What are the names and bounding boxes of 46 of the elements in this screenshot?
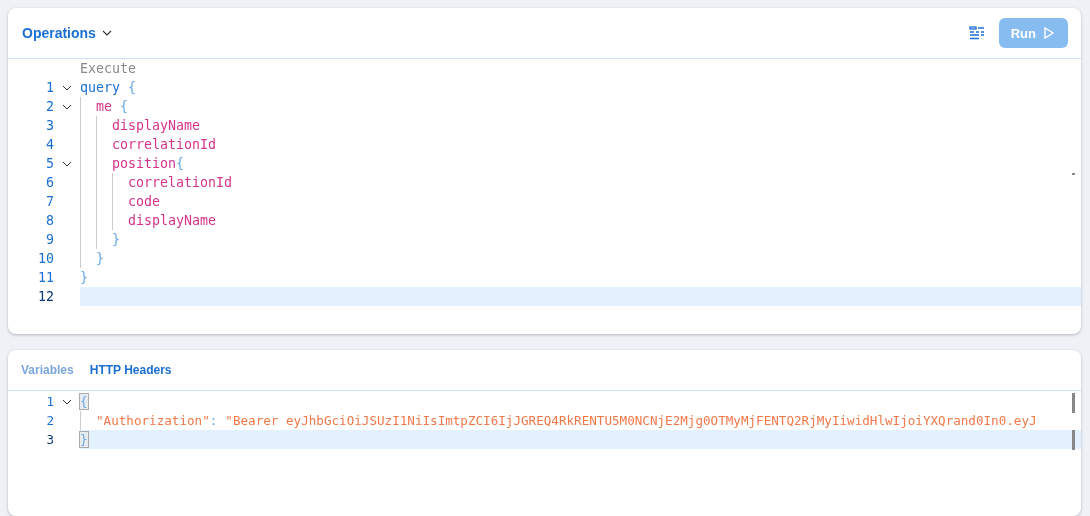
fold-chevron-icon[interactable]	[62, 103, 72, 110]
field-name: code	[128, 194, 161, 209]
play-icon	[1044, 27, 1054, 39]
line-number: 4	[45, 137, 54, 152]
punctuation: {	[128, 80, 137, 95]
punctuation: :	[209, 413, 218, 428]
string-literal: "Bearer eyJhbGciOiJSUzI1NiIsImtpZCI6IjJGREQ4RkRENTU5M0NCNjE2Mjg0OTMyMjFENTQ2RjMyIiwidHlwIjoiYXQrand0In0.eyJ	[225, 413, 1037, 428]
line-number: 1	[45, 80, 54, 95]
punctuation: {	[120, 99, 129, 114]
line-number: 1	[45, 394, 54, 409]
punctuation: {	[176, 156, 185, 171]
fold-chevron-icon[interactable]	[62, 84, 72, 91]
punctuation: }	[80, 432, 88, 447]
line-number: 7	[45, 194, 54, 209]
line-number: 2	[45, 413, 54, 428]
field-name: correlationId	[128, 175, 233, 190]
punctuation: {	[80, 394, 88, 409]
punctuation: }	[80, 270, 88, 285]
line-number: 3	[45, 432, 54, 447]
keyword: query	[80, 80, 121, 95]
tab[interactable]: Variables	[21, 363, 74, 377]
line-number: 3	[45, 118, 54, 133]
fold-chevron-icon[interactable]	[62, 160, 72, 167]
field-name: me	[96, 99, 112, 114]
string-literal: "Authorization"	[96, 413, 210, 428]
field-name: correlationId	[112, 137, 217, 152]
line-number: 5	[45, 156, 54, 171]
field-name: position	[112, 156, 177, 171]
field-name: displayName	[112, 118, 201, 133]
line-number: 9	[45, 232, 54, 247]
run-button[interactable]: Run	[998, 18, 1068, 48]
line-number: 8	[45, 213, 54, 228]
field-name: displayName	[128, 213, 217, 228]
prettify-icon[interactable]	[968, 26, 985, 40]
line-number: 6	[45, 175, 54, 190]
fold-chevron-icon[interactable]	[62, 398, 72, 405]
punctuation: }	[96, 251, 104, 266]
line-number: 10	[37, 251, 54, 266]
tab[interactable]: HTTP Headers	[89, 363, 172, 377]
punctuation: }	[112, 232, 120, 247]
chevron-down-icon[interactable]	[101, 30, 112, 36]
line-number: 12	[37, 289, 54, 304]
execute-link[interactable]: Execute	[8, 59, 1081, 78]
operations-title[interactable]: Operations	[22, 25, 96, 41]
line-number: 11	[37, 270, 54, 285]
line-number: 2	[45, 99, 54, 114]
